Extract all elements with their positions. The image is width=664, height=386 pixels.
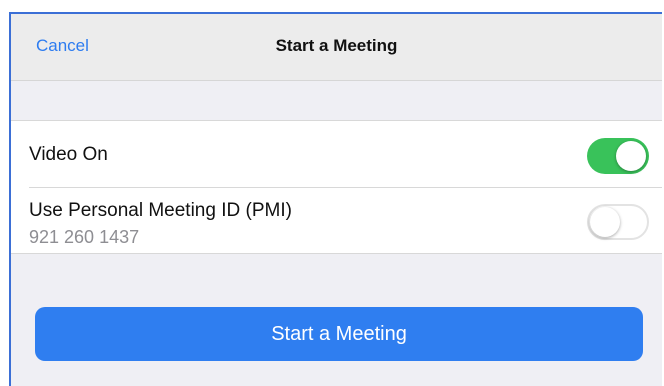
toggle-knob — [590, 207, 620, 237]
video-on-row: Video On — [11, 121, 662, 187]
toggle-knob — [616, 141, 646, 171]
pmi-row: Use Personal Meeting ID (PMI) 921 260 14… — [11, 187, 662, 253]
video-on-toggle[interactable] — [587, 138, 649, 174]
page-title: Start a Meeting — [275, 36, 398, 55]
video-on-label: Video On — [29, 144, 108, 165]
pmi-label: Use Personal Meeting ID (PMI) — [29, 200, 292, 221]
start-meeting-dialog: Cancel Start a Meeting Video On Use Pers… — [9, 12, 662, 386]
pmi-toggle[interactable] — [587, 204, 649, 240]
navigation-bar: Cancel Start a Meeting — [11, 14, 662, 81]
top-clipped-strip — [0, 0, 664, 12]
start-meeting-button[interactable]: Start a Meeting — [35, 307, 643, 361]
pmi-id-value: 921 260 1437 — [29, 227, 140, 247]
meeting-options-list: Video On Use Personal Meeting ID (PMI) 9… — [11, 120, 662, 254]
